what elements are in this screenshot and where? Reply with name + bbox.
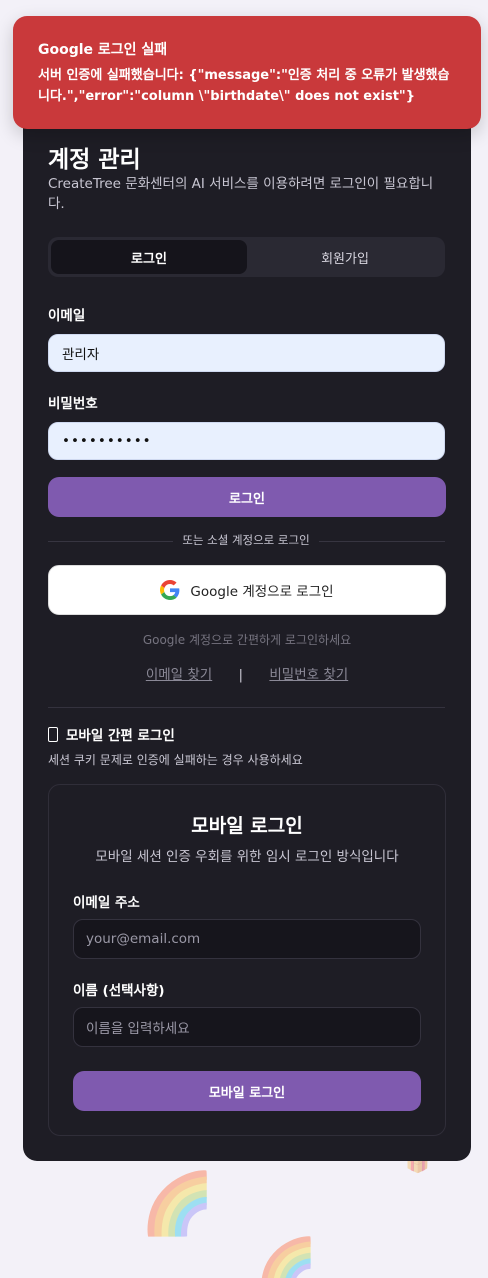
mobile-login-panel: 모바일 로그인 모바일 세션 인증 우회를 위한 임시 로그인 방식입니다 이메…: [48, 784, 446, 1136]
find-links: 이메일 찾기 | 비밀번호 찾기: [23, 663, 471, 683]
login-button[interactable]: 로그인: [48, 477, 446, 517]
google-button-label: Google 계정으로 로그인: [190, 584, 334, 600]
mobile-name-input[interactable]: 이름을 입력하세요: [73, 1007, 421, 1047]
google-icon: [160, 580, 180, 600]
mobile-name-label: 이름 (선택사항): [73, 983, 165, 999]
link-separator: |: [238, 667, 244, 683]
rainbow-decoration: 🌈: [140, 1169, 215, 1239]
toast-message: 서버 인증에 실패했습니다: {"message":"인증 처리 중 오류가 발…: [38, 68, 450, 104]
toast-title: Google 로그인 실패: [38, 42, 168, 58]
mobile-description: 세션 쿠키 문제로 인증에 실패하는 경우 사용하세요: [48, 753, 303, 767]
page-title: 계정 관리: [48, 147, 141, 173]
mobile-login-title: 모바일 로그인: [191, 815, 303, 837]
mobile-heading-label: 모바일 간편 로그인: [66, 728, 175, 744]
error-toast: Google 로그인 실패 서버 인증에 실패했습니다: {"message":…: [13, 16, 481, 129]
auth-tabs: 로그인 회원가입: [48, 237, 445, 277]
password-field[interactable]: ••••••••••: [48, 422, 445, 460]
section-divider: [48, 707, 445, 708]
mobile-login-heading: 모바일 간편 로그인: [48, 724, 175, 744]
mobile-login-button[interactable]: 모바일 로그인: [73, 1071, 421, 1111]
phone-icon: [48, 726, 58, 742]
google-hint: Google 계정으로 간편하게 로그인하세요: [142, 633, 352, 647]
tab-signup[interactable]: 회원가입: [247, 240, 443, 274]
mobile-email-label: 이메일 주소: [73, 895, 140, 911]
email-label: 이메일: [48, 308, 86, 324]
find-password-link[interactable]: 비밀번호 찾기: [269, 667, 348, 683]
tab-login[interactable]: 로그인: [51, 240, 247, 274]
page-subtitle: CreateTree 문화센터의 AI 서비스를 이용하려면 로그인이 필요합니…: [48, 176, 434, 212]
email-field[interactable]: 관리자: [48, 334, 445, 372]
divider-text: 또는 소셜 계정으로 로그인: [173, 530, 319, 550]
mobile-login-subtitle: 모바일 세션 인증 우회를 위한 임시 로그인 방식입니다: [95, 849, 399, 865]
mobile-email-input[interactable]: your@email.com: [73, 919, 421, 959]
google-login-button[interactable]: Google 계정으로 로그인: [48, 565, 446, 615]
find-email-link[interactable]: 이메일 찾기: [146, 667, 212, 683]
password-label: 비밀번호: [48, 396, 98, 412]
rainbow-decoration: 🌈: [255, 1235, 318, 1278]
account-card: 계정 관리 CreateTree 문화센터의 AI 서비스를 이용하려면 로그인…: [23, 100, 471, 1161]
